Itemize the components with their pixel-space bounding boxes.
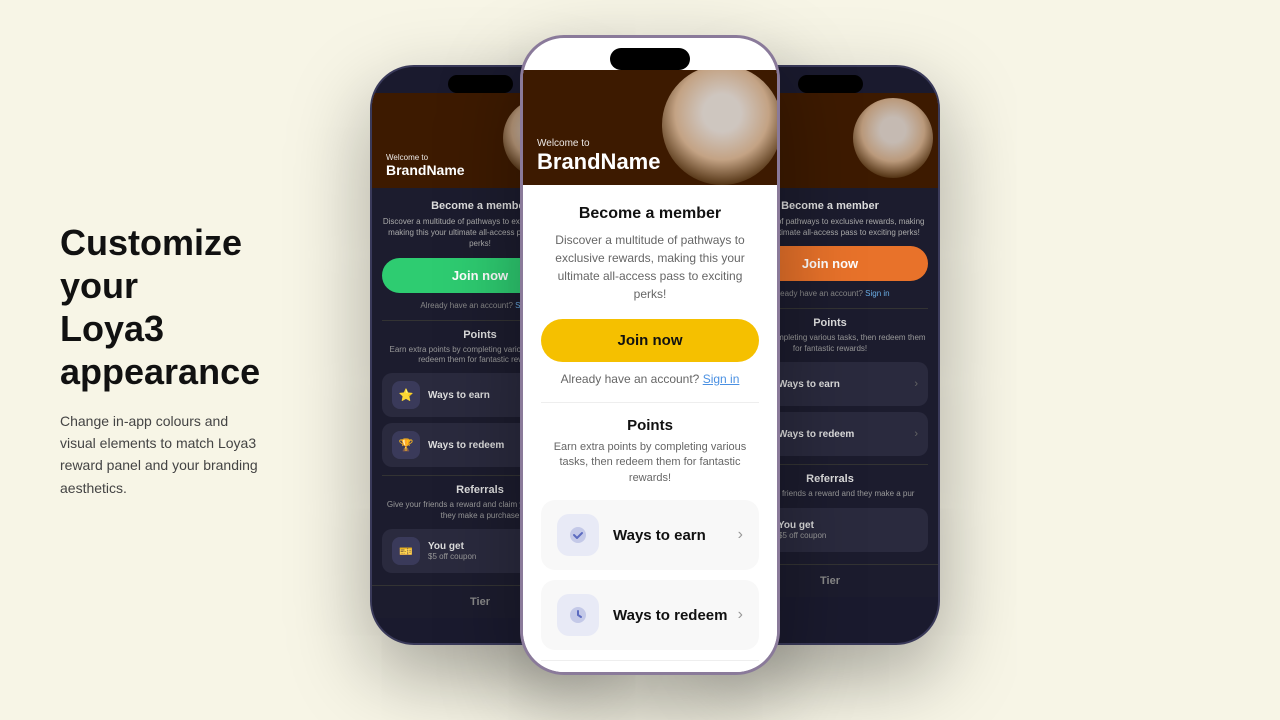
dynamic-island-left (448, 75, 513, 93)
heading-line1: Customize your (60, 222, 242, 306)
divider2-center (541, 660, 759, 661)
earn-chevron-right: › (914, 378, 918, 390)
phone-center-brand: Welcome to BrandName (537, 138, 660, 175)
dynamic-island-center (610, 48, 690, 70)
phone-center-brandname: BrandName (537, 149, 660, 175)
become-member-title-center: Become a member (541, 205, 759, 223)
you-get-info-left: You get $5 off coupon (428, 541, 476, 561)
dynamic-island-right (798, 75, 863, 93)
phones-showcase: Welcome to BrandName Become a member Dis… (320, 0, 1280, 720)
ways-earn-center[interactable]: Ways to earn › (541, 500, 759, 570)
heading: Customize your Loya3 appearance (60, 221, 260, 394)
left-panel: Customize your Loya3 appearance Change i… (0, 221, 320, 499)
earn-icon-left: ⭐ (392, 381, 420, 409)
description: Change in-app colours and visual element… (60, 410, 260, 500)
points-desc-center: Earn extra points by completing various … (541, 440, 759, 486)
ways-redeem-center[interactable]: Ways to redeem › (541, 580, 759, 650)
join-btn-center[interactable]: Join now (541, 319, 759, 362)
sign-in-center: Already have an account? Sign in (541, 372, 759, 386)
phone-center-header: Welcome to BrandName (523, 70, 777, 185)
redeem-chevron-right: › (914, 428, 918, 440)
points-title-center: Points (541, 417, 759, 434)
phone-center: Welcome to BrandName Become a member Dis… (520, 35, 780, 675)
earn-chevron-center: › (738, 526, 743, 544)
redeem-chevron-center: › (738, 606, 743, 624)
earn-icon-center (557, 514, 599, 556)
phone-left-welcome: Welcome to (386, 153, 465, 162)
phone-left-brand: Welcome to BrandName (386, 153, 465, 178)
become-member-desc-center: Discover a multitude of pathways to excl… (541, 231, 759, 303)
phone-center-welcome: Welcome to (537, 138, 660, 149)
phone-left-brandname: BrandName (386, 162, 465, 178)
phone-center-content: Become a member Discover a multitude of … (523, 185, 777, 675)
redeem-icon-center (557, 594, 599, 636)
you-get-info-right: You get $5 off coupon (778, 520, 826, 540)
divider1-center (541, 402, 759, 403)
you-get-icon-left: 🎫 (392, 537, 420, 565)
heading-line2: Loya3 appearance (60, 308, 260, 392)
redeem-icon-left: 🏆 (392, 431, 420, 459)
